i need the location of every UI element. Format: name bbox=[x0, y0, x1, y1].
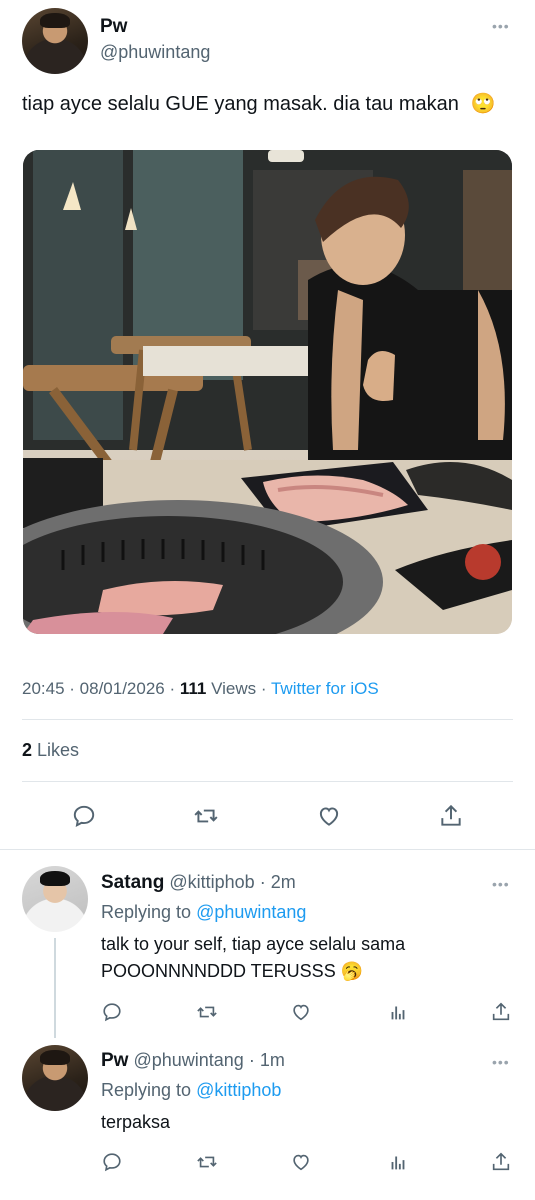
divider bbox=[22, 719, 513, 720]
heart-icon[interactable] bbox=[287, 1148, 315, 1176]
tweet-time: 20:45 bbox=[22, 679, 65, 698]
thread-line bbox=[54, 938, 56, 1038]
replying-to: Replying to @kittiphob bbox=[101, 1080, 281, 1101]
tweet-date: 08/01/2026 bbox=[79, 679, 165, 698]
reply-time: 1m bbox=[259, 1050, 285, 1070]
likes-label: Likes bbox=[37, 740, 80, 760]
reply-author-handle[interactable]: @phuwintang bbox=[133, 1050, 243, 1070]
more-icon[interactable]: ••• bbox=[492, 876, 510, 892]
author-name[interactable]: Pw bbox=[100, 16, 127, 38]
tweet-text-body: tiap ayce selalu GUE yang masak. dia tau… bbox=[22, 93, 459, 115]
share-icon[interactable] bbox=[487, 1148, 515, 1176]
reply-icon[interactable] bbox=[98, 1148, 126, 1176]
share-icon[interactable] bbox=[487, 998, 515, 1026]
section-divider bbox=[0, 849, 535, 850]
yawning-emoji: 🥱 bbox=[340, 961, 364, 981]
views-label: Views bbox=[211, 679, 257, 698]
replying-label: Replying to bbox=[101, 1080, 192, 1100]
reply-author-name[interactable]: Pw bbox=[101, 1050, 128, 1071]
tweet-source-link[interactable]: Twitter for iOS bbox=[271, 679, 379, 698]
retweet-icon[interactable] bbox=[193, 1148, 221, 1176]
analytics-icon[interactable] bbox=[384, 1148, 412, 1176]
reply-avatar[interactable] bbox=[22, 1045, 88, 1111]
analytics-icon[interactable] bbox=[384, 998, 412, 1026]
reply-author-handle[interactable]: @kittiphob bbox=[169, 872, 254, 892]
reply-text-line: POOONNNNDDD TERUSSS bbox=[101, 961, 336, 981]
heart-icon[interactable] bbox=[313, 800, 345, 832]
replying-to: Replying to @phuwintang bbox=[101, 902, 306, 923]
retweet-icon[interactable] bbox=[190, 800, 222, 832]
rolling-eyes-emoji: 🙄 bbox=[470, 93, 496, 115]
share-icon[interactable] bbox=[435, 800, 467, 832]
photo-illustration bbox=[23, 150, 512, 634]
heart-icon[interactable] bbox=[287, 998, 315, 1026]
reply-time: 2m bbox=[270, 872, 296, 892]
replying-to-link[interactable]: @kittiphob bbox=[196, 1080, 281, 1100]
views-count: 111 bbox=[179, 679, 207, 698]
reply-text: terpaksa bbox=[101, 1112, 171, 1132]
author-avatar[interactable] bbox=[22, 8, 88, 74]
replying-to-link[interactable]: @phuwintang bbox=[196, 902, 306, 922]
tweet-meta: 20:45 · 08/01/2026 · 111 Views · Twitter… bbox=[22, 679, 379, 698]
reply-text-line: talk to your self, tiap ayce selalu sama bbox=[101, 934, 406, 954]
more-icon[interactable]: ••• bbox=[492, 18, 510, 34]
reply-avatar[interactable] bbox=[22, 866, 88, 932]
tweet-text: tiap ayce selalu GUE yang masak. dia tau… bbox=[22, 91, 495, 116]
more-icon[interactable]: ••• bbox=[492, 1054, 510, 1070]
likes-count: 2 bbox=[22, 740, 33, 760]
likes-stat[interactable]: 2 Likes bbox=[22, 740, 79, 761]
reply-author-name[interactable]: Satang bbox=[101, 872, 164, 893]
tweet-photo[interactable] bbox=[23, 150, 512, 634]
retweet-icon[interactable] bbox=[193, 998, 221, 1026]
reply-icon[interactable] bbox=[68, 800, 100, 832]
reply-icon[interactable] bbox=[98, 998, 126, 1026]
author-handle[interactable]: @phuwintang bbox=[100, 42, 210, 63]
reply-text: talk to your self, tiap ayce selalu sama… bbox=[101, 931, 405, 985]
replying-label: Replying to bbox=[101, 902, 192, 922]
divider bbox=[22, 781, 513, 782]
reply-header: Satang @kittiphob · 2m bbox=[101, 872, 296, 893]
reply-header: Pw @phuwintang · 1m bbox=[101, 1050, 285, 1071]
